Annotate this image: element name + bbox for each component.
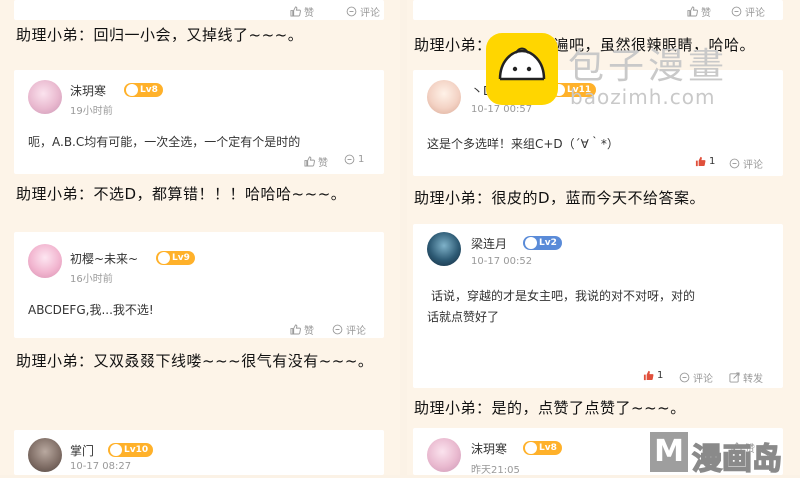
avatar[interactable] (28, 80, 62, 114)
like-button[interactable]: 赞 (290, 4, 314, 19)
comment-text-line: 话说，穿越的才是女主吧，我说的对不对呀，对的 (431, 289, 696, 303)
thumbs-up-icon (290, 6, 301, 17)
timestamp: 昨天21:05 (471, 465, 520, 476)
comment-text: 这是个多选咩！来组C+D（´∀｀*） (427, 137, 619, 151)
comment-button[interactable]: 评论 (332, 322, 366, 337)
like-button[interactable]: 赞 (304, 154, 328, 169)
level-badge: Lv9 (156, 251, 195, 265)
thumbs-up-icon (290, 324, 301, 335)
comment-text: 呃，A.B.C均有可能，一次全选，一个定有个是时的 (28, 135, 301, 149)
comment-text-line: 话就点赞好了 (427, 310, 500, 324)
narration-text: 助理小弟：是的，点赞了点赞了~~~。 (414, 399, 686, 417)
like-button[interactable]: 1 (695, 156, 715, 167)
comment-text: ABCDEFG,我...我不选! (28, 303, 154, 317)
username[interactable]: 初樱~未来~ (70, 250, 138, 267)
share-button[interactable]: 转发 (729, 370, 763, 385)
like-button[interactable]: 赞 (290, 322, 314, 337)
avatar[interactable] (427, 438, 461, 472)
level-icon (110, 444, 122, 456)
level-icon (158, 252, 170, 264)
narration-text: 助理小弟：回归一小会，又掉线了~~~。 (16, 26, 304, 44)
comment-icon (729, 158, 740, 169)
watermark-url: baozimh.com (570, 85, 716, 109)
thumbs-up-filled-icon (695, 156, 706, 167)
comment-button[interactable]: 评论 (679, 370, 713, 385)
comment-card: 掌门 Lv10 10-17 08:27 (14, 430, 384, 475)
comment-card: 初樱~未来~ Lv9 16小时前 ABCDEFG,我...我不选! 赞 评论 (14, 232, 384, 338)
avatar[interactable] (427, 232, 461, 266)
username[interactable]: 掌门 (70, 442, 94, 459)
avatar[interactable] (427, 80, 461, 114)
username[interactable]: 梁连月 (471, 235, 507, 252)
corner-logo-mark: M (650, 432, 688, 472)
comment-button[interactable]: 评论 (731, 4, 765, 19)
username[interactable]: 沫玥寒 (471, 440, 507, 457)
watermark: 包子漫畫 baozimh.com (486, 33, 786, 113)
level-badge: Lv8 (124, 83, 163, 97)
level-icon (126, 84, 138, 96)
comment-button[interactable]: 评论 (729, 156, 763, 171)
comment-icon (332, 324, 343, 335)
narration-text: 助理小弟：不选D，都算错！！！哈哈哈~~~。 (16, 185, 347, 203)
timestamp: 10-17 00:52 (471, 256, 533, 267)
timestamp: 10-17 08:27 (70, 461, 132, 472)
narration-text: 助理小弟：又双叒叕下线喽~~~很气有没有~~~。 (16, 352, 374, 370)
corner-logo: M 漫画岛 (650, 428, 800, 478)
level-badge: Lv2 (523, 236, 562, 250)
thumbs-up-icon (687, 6, 698, 17)
comment-icon (344, 154, 355, 165)
comment-icon (731, 6, 742, 17)
like-button[interactable]: 赞 (687, 4, 711, 19)
bun-logo-icon (486, 33, 558, 105)
watermark-title: 包子漫畫 (568, 46, 729, 87)
share-icon (729, 372, 740, 383)
username[interactable]: 沫玥寒 (70, 82, 106, 99)
thumbs-up-icon (304, 156, 315, 167)
corner-logo-text: 漫画岛 (691, 441, 783, 478)
timestamp: 16小时前 (70, 274, 113, 285)
like-button[interactable]: 1 (643, 370, 663, 381)
level-icon (525, 237, 537, 249)
avatar[interactable] (28, 438, 62, 472)
timestamp: 19小时前 (70, 106, 113, 117)
narration-text: 助理小弟：很皮的D，蓝而今天不给答案。 (414, 189, 706, 207)
comment-card: 梁连月 Lv2 10-17 00:52 话说，穿越的才是女主吧，我说的对不对呀，… (413, 224, 783, 388)
comment-button[interactable]: 1 (344, 154, 364, 165)
comment-card-partial: 赞 评论 (413, 0, 783, 20)
level-icon (525, 442, 537, 454)
avatar[interactable] (28, 244, 62, 278)
level-badge: Lv8 (523, 441, 562, 455)
comment-card: 沫玥寒 Lv8 19小时前 呃，A.B.C均有可能，一次全选，一个定有个是时的 … (14, 70, 384, 174)
comment-card-partial: 赞 评论 (14, 0, 384, 20)
thumbs-up-filled-icon (643, 370, 654, 381)
comment-button[interactable]: 评论 (346, 4, 380, 19)
comment-icon (346, 6, 357, 17)
level-badge: Lv10 (108, 443, 154, 457)
comment-icon (679, 372, 690, 383)
